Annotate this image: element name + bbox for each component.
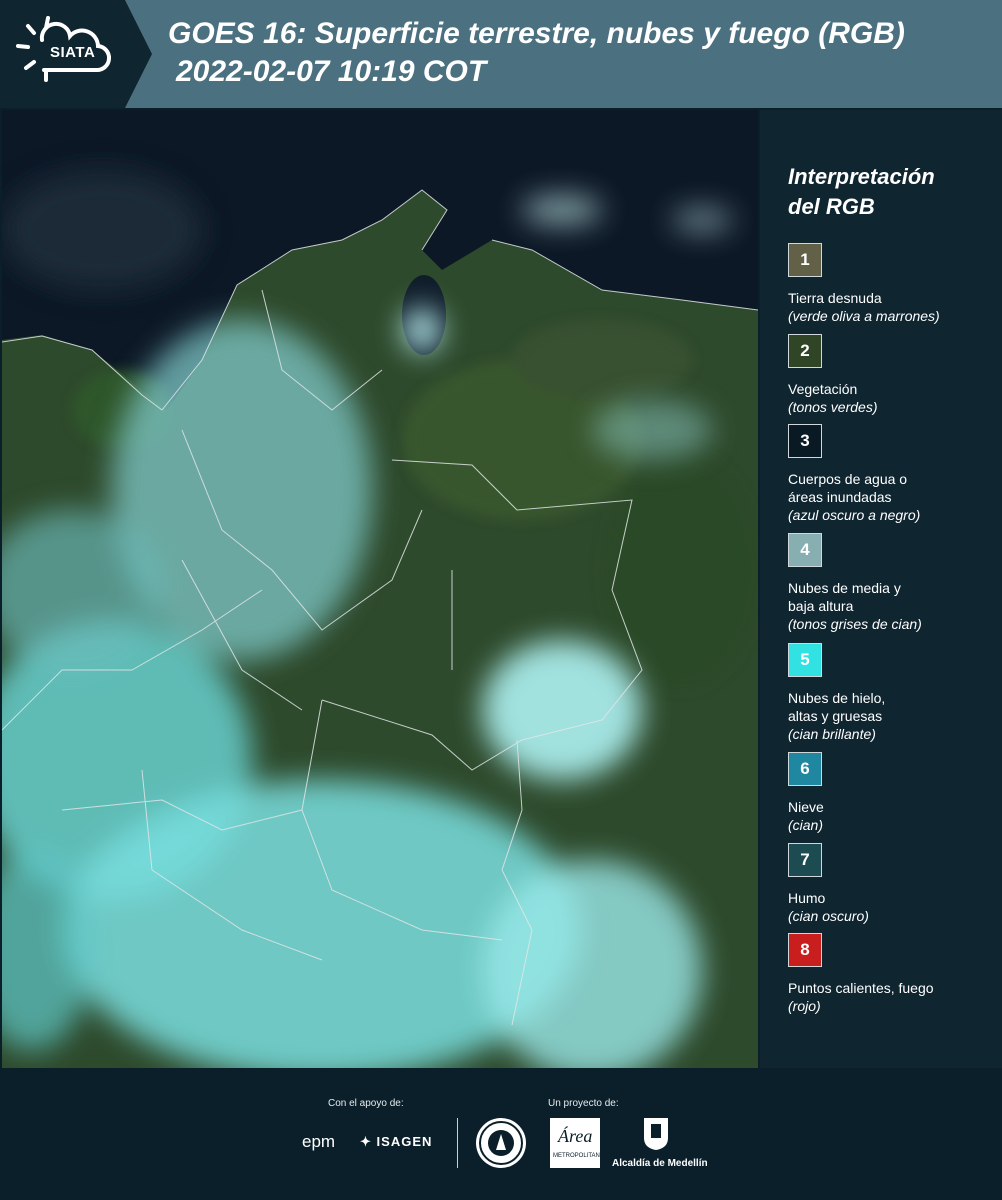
legend-label: Nieve bbox=[788, 799, 824, 815]
epm-logo: epm bbox=[302, 1132, 335, 1152]
support-label: Con el apoyo de: bbox=[328, 1098, 404, 1109]
legend-label: Puntos calientes, fuego bbox=[788, 980, 934, 996]
legend-item-vegetation: 2 Vegetación (tonos verdes) bbox=[788, 334, 998, 416]
epm-logo-text: epm bbox=[302, 1132, 336, 1151]
header-bar: SIATA GOES 16: Superficie terrestre, nub… bbox=[0, 0, 1002, 108]
legend-item-water: 3 Cuerpos de agua o áreas inundadas (azu… bbox=[788, 424, 998, 524]
isagen-logo-icon: ✦ bbox=[360, 1134, 372, 1149]
legend-item-mid-low-clouds: 4 Nubes de media y baja altura (tonos gr… bbox=[788, 533, 998, 633]
alcaldia-shield-icon bbox=[642, 1116, 670, 1152]
legend-description: (verde oliva a marrones) bbox=[788, 308, 940, 324]
legend-label: Tierra desnuda bbox=[788, 290, 882, 306]
legend-item-ice-clouds: 5 Nubes de hielo, altas y gruesas (cian … bbox=[788, 643, 998, 743]
legend-swatch-8: 8 bbox=[788, 933, 822, 967]
legend-item-fire: 8 Puntos calientes, fuego (rojo) bbox=[788, 933, 998, 1015]
legend-description: (cian oscuro) bbox=[788, 908, 869, 924]
legend-description: (tonos verdes) bbox=[788, 399, 878, 415]
legend-description: (tonos grises de cian) bbox=[788, 616, 922, 632]
legend-swatch-5: 5 bbox=[788, 643, 822, 677]
legend-label: Cuerpos de agua o bbox=[788, 471, 908, 487]
legend-description: (azul oscuro a negro) bbox=[788, 507, 921, 523]
legend-swatch-1: 1 bbox=[788, 243, 822, 277]
legend-swatch-6: 6 bbox=[788, 752, 822, 786]
legend-description: (cian brillante) bbox=[788, 726, 876, 742]
footer: Con el apoyo de: Un proyecto de: epm ✦ I… bbox=[0, 1070, 1002, 1200]
legend-label-line2: áreas inundadas bbox=[788, 489, 892, 505]
legend-description: (cian) bbox=[788, 817, 824, 833]
medellin-seal-icon bbox=[476, 1118, 526, 1168]
legend-item-smoke: 7 Humo (cian oscuro) bbox=[788, 843, 998, 925]
legend-panel: Interpretación del RGB 1 Tierra desnuda … bbox=[760, 110, 1002, 1068]
legend-label-line2: baja altura bbox=[788, 598, 854, 614]
legend-swatch-4: 4 bbox=[788, 533, 822, 567]
legend-title: Interpretación del RGB bbox=[788, 162, 935, 222]
footer-divider bbox=[457, 1118, 458, 1168]
page-timestamp: 2022-02-07 10:19 COT bbox=[176, 55, 487, 88]
legend-label: Humo bbox=[788, 890, 826, 906]
legend-item-bare-soil: 1 Tierra desnuda (verde oliva a marrones… bbox=[788, 243, 998, 325]
legend-title-line2: del RGB bbox=[788, 194, 875, 219]
siata-logo: SIATA bbox=[0, 0, 152, 108]
legend-description: (rojo) bbox=[788, 998, 821, 1014]
area-metropolitana-logo: Área METROPOLITANA bbox=[550, 1118, 604, 1168]
legend-swatch-2: 2 bbox=[788, 334, 822, 368]
legend-title-line1: Interpretación bbox=[788, 164, 935, 189]
area-logo-text: Área bbox=[558, 1126, 593, 1146]
area-logo-subtext: METROPOLITANA bbox=[553, 1153, 604, 1159]
legend-swatch-7: 7 bbox=[788, 843, 822, 877]
legend-label: Nubes de hielo, bbox=[788, 690, 886, 706]
legend-label-line2: altas y gruesas bbox=[788, 708, 883, 724]
project-label: Un proyecto de: bbox=[548, 1098, 619, 1109]
page-title: GOES 16: Superficie terrestre, nubes y f… bbox=[168, 17, 905, 50]
legend-label: Vegetación bbox=[788, 381, 858, 397]
isagen-logo-text: ISAGEN bbox=[376, 1134, 433, 1149]
alcaldia-label: Alcaldía de Medellín bbox=[612, 1158, 708, 1169]
legend-label: Nubes de media y bbox=[788, 580, 901, 596]
legend-swatch-3: 3 bbox=[788, 424, 822, 458]
logo-text: SIATA bbox=[50, 44, 96, 61]
satellite-map bbox=[2, 110, 758, 1068]
isagen-logo: ✦ ISAGEN bbox=[360, 1134, 432, 1150]
legend-item-snow: 6 Nieve (cian) bbox=[788, 752, 998, 834]
